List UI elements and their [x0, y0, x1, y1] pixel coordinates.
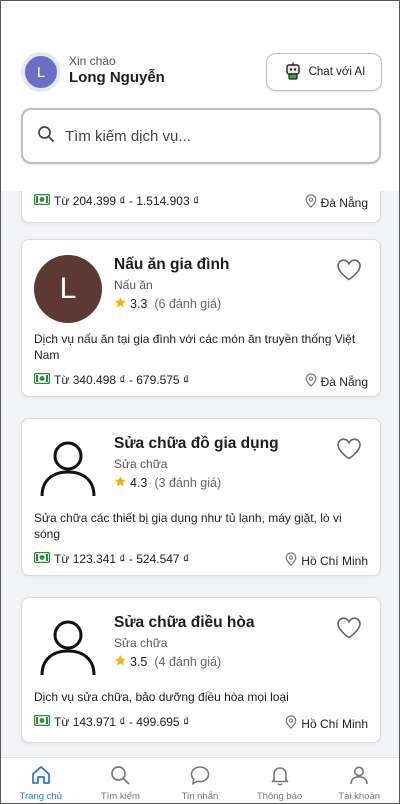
price-text: Từ 340.498 ₫ - 679.575 ₫ [54, 373, 190, 387]
nav-item-messages[interactable]: Tin nhắn [160, 758, 240, 803]
nav-item-search[interactable]: Tìm kiếm [81, 758, 161, 803]
location-pin-icon [285, 715, 297, 732]
star-icon [114, 654, 127, 670]
service-card[interactable]: Sửa chữa đồ gia dụng Sửa chữa 4.3 (3 đán… [21, 418, 381, 576]
location: Hồ Chí Minh [285, 552, 368, 569]
review-count: (6 đánh giá) [154, 297, 222, 311]
location: Hồ Chí Minh [285, 715, 368, 732]
nav-label: Tài khoản [338, 791, 381, 802]
price-text: Từ 204.399 ₫ - 1.514.903 ₫ [54, 194, 200, 208]
nav-label: Trang chủ [19, 791, 62, 802]
star-icon [114, 296, 127, 312]
rating-value: 3.5 [130, 655, 148, 669]
service-category: Nấu ăn [114, 278, 153, 292]
service-name: Nấu ăn gia đình [114, 256, 230, 273]
avatar-letter: L [36, 63, 46, 81]
home-icon [30, 764, 52, 789]
search-icon [109, 764, 131, 789]
location-pin-icon [305, 194, 317, 211]
service-rating: 3.3 (6 đánh giá) [114, 296, 221, 312]
location-text: Hồ Chí Minh [301, 553, 368, 568]
favorite-heart-icon[interactable] [336, 258, 362, 282]
location-pin-icon [285, 552, 297, 569]
service-category: Sửa chữa [114, 636, 168, 650]
money-icon [33, 551, 51, 566]
robot-icon [283, 61, 303, 84]
search-icon [37, 125, 55, 148]
location-pin-icon [305, 373, 317, 390]
price-range: Từ 340.498 ₫ - 679.575 ₫ [33, 372, 190, 387]
service-name: Sửa chữa đồ gia dụng [114, 435, 279, 452]
service-category: Sửa chữa [114, 457, 168, 471]
rating-value: 4.3 [130, 476, 148, 490]
price-text: Từ 123.341 ₫ - 524.547 ₫ [54, 552, 190, 566]
chat-ai-button[interactable]: Chat với AI [266, 53, 382, 91]
service-card[interactable]: Sửa chữa điều hòa Sửa chữa 3.5 (4 đánh g… [21, 597, 381, 743]
star-icon [114, 475, 127, 491]
app-frame: L Xin chào Long Nguyễn Chat với AI Tìm k… [0, 0, 400, 804]
price-text: Từ 143.971 ₫ - 499.695 ₫ [54, 715, 190, 729]
bottom-nav: Trang chủ Tìm kiếm Tin nhắn Thông báo Tà… [1, 757, 399, 803]
favorite-heart-icon[interactable] [336, 616, 362, 640]
service-description: Dịch vụ sửa chữa, bảo dưỡng điều hòa mọi… [34, 690, 289, 704]
money-icon [33, 372, 51, 387]
chat-bubble-icon [189, 764, 211, 789]
nav-label: Tìm kiếm [100, 791, 140, 802]
provider-avatar-letter: L [59, 272, 77, 305]
price-range: Từ 143.971 ₫ - 499.695 ₫ [33, 714, 190, 729]
greeting-text: Xin chào [69, 54, 116, 68]
nav-label: Thông báo [256, 791, 303, 802]
nav-label: Tin nhắn [181, 791, 219, 802]
location: Đà Nẵng [305, 194, 368, 211]
location-text: Hồ Chí Minh [301, 716, 368, 731]
header: L Xin chào Long Nguyễn Chat với AI [1, 1, 399, 191]
nav-item-notifications[interactable]: Thông báo [240, 758, 320, 803]
service-card[interactable]: L Nấu ăn gia đình Nấu ăn 3.3 (6 đánh giá… [21, 239, 381, 397]
search-input[interactable] [65, 127, 345, 145]
nav-item-account[interactable]: Tài khoản [319, 758, 399, 803]
favorite-heart-icon[interactable] [336, 437, 362, 461]
user-avatar[interactable]: L [21, 52, 61, 92]
money-icon [33, 193, 51, 208]
bell-icon [269, 764, 291, 789]
provider-avatar: L [34, 255, 102, 323]
service-name: Sửa chữa điều hòa [114, 614, 255, 631]
user-icon [348, 764, 370, 789]
service-description: Sửa chữa các thiết bị gia dụng như tủ lạ… [34, 511, 342, 541]
nav-item-home[interactable]: Trang chủ [1, 758, 81, 803]
rating-value: 3.3 [130, 297, 148, 311]
price-range: Từ 204.399 ₫ - 1.514.903 ₫ [33, 193, 200, 208]
service-card-partial[interactable]: Từ 204.399 ₫ - 1.514.903 ₫ Đà Nẵng [21, 191, 381, 223]
service-rating: 4.3 (3 đánh giá) [114, 475, 221, 491]
search-bar[interactable] [21, 108, 381, 164]
chat-ai-label: Chat với AI [308, 66, 366, 78]
user-name: Long Nguyễn [69, 69, 165, 86]
review-count: (3 đánh giá) [154, 476, 222, 490]
location-text: Đà Nẵng [320, 195, 368, 210]
money-icon [33, 714, 51, 729]
price-range: Từ 123.341 ₫ - 524.547 ₫ [33, 551, 190, 566]
location: Đà Nẵng [305, 373, 368, 390]
provider-default-avatar-icon [34, 613, 102, 681]
location-text: Đà Nẵng [320, 374, 368, 389]
service-rating: 3.5 (4 đánh giá) [114, 654, 221, 670]
review-count: (4 đánh giá) [154, 655, 222, 669]
service-description: Dịch vụ nấu ăn tại gia đình với các món … [34, 332, 356, 362]
service-list[interactable]: Từ 204.399 ₫ - 1.514.903 ₫ Đà Nẵng L Nấu… [1, 191, 399, 756]
provider-default-avatar-icon [34, 434, 102, 502]
